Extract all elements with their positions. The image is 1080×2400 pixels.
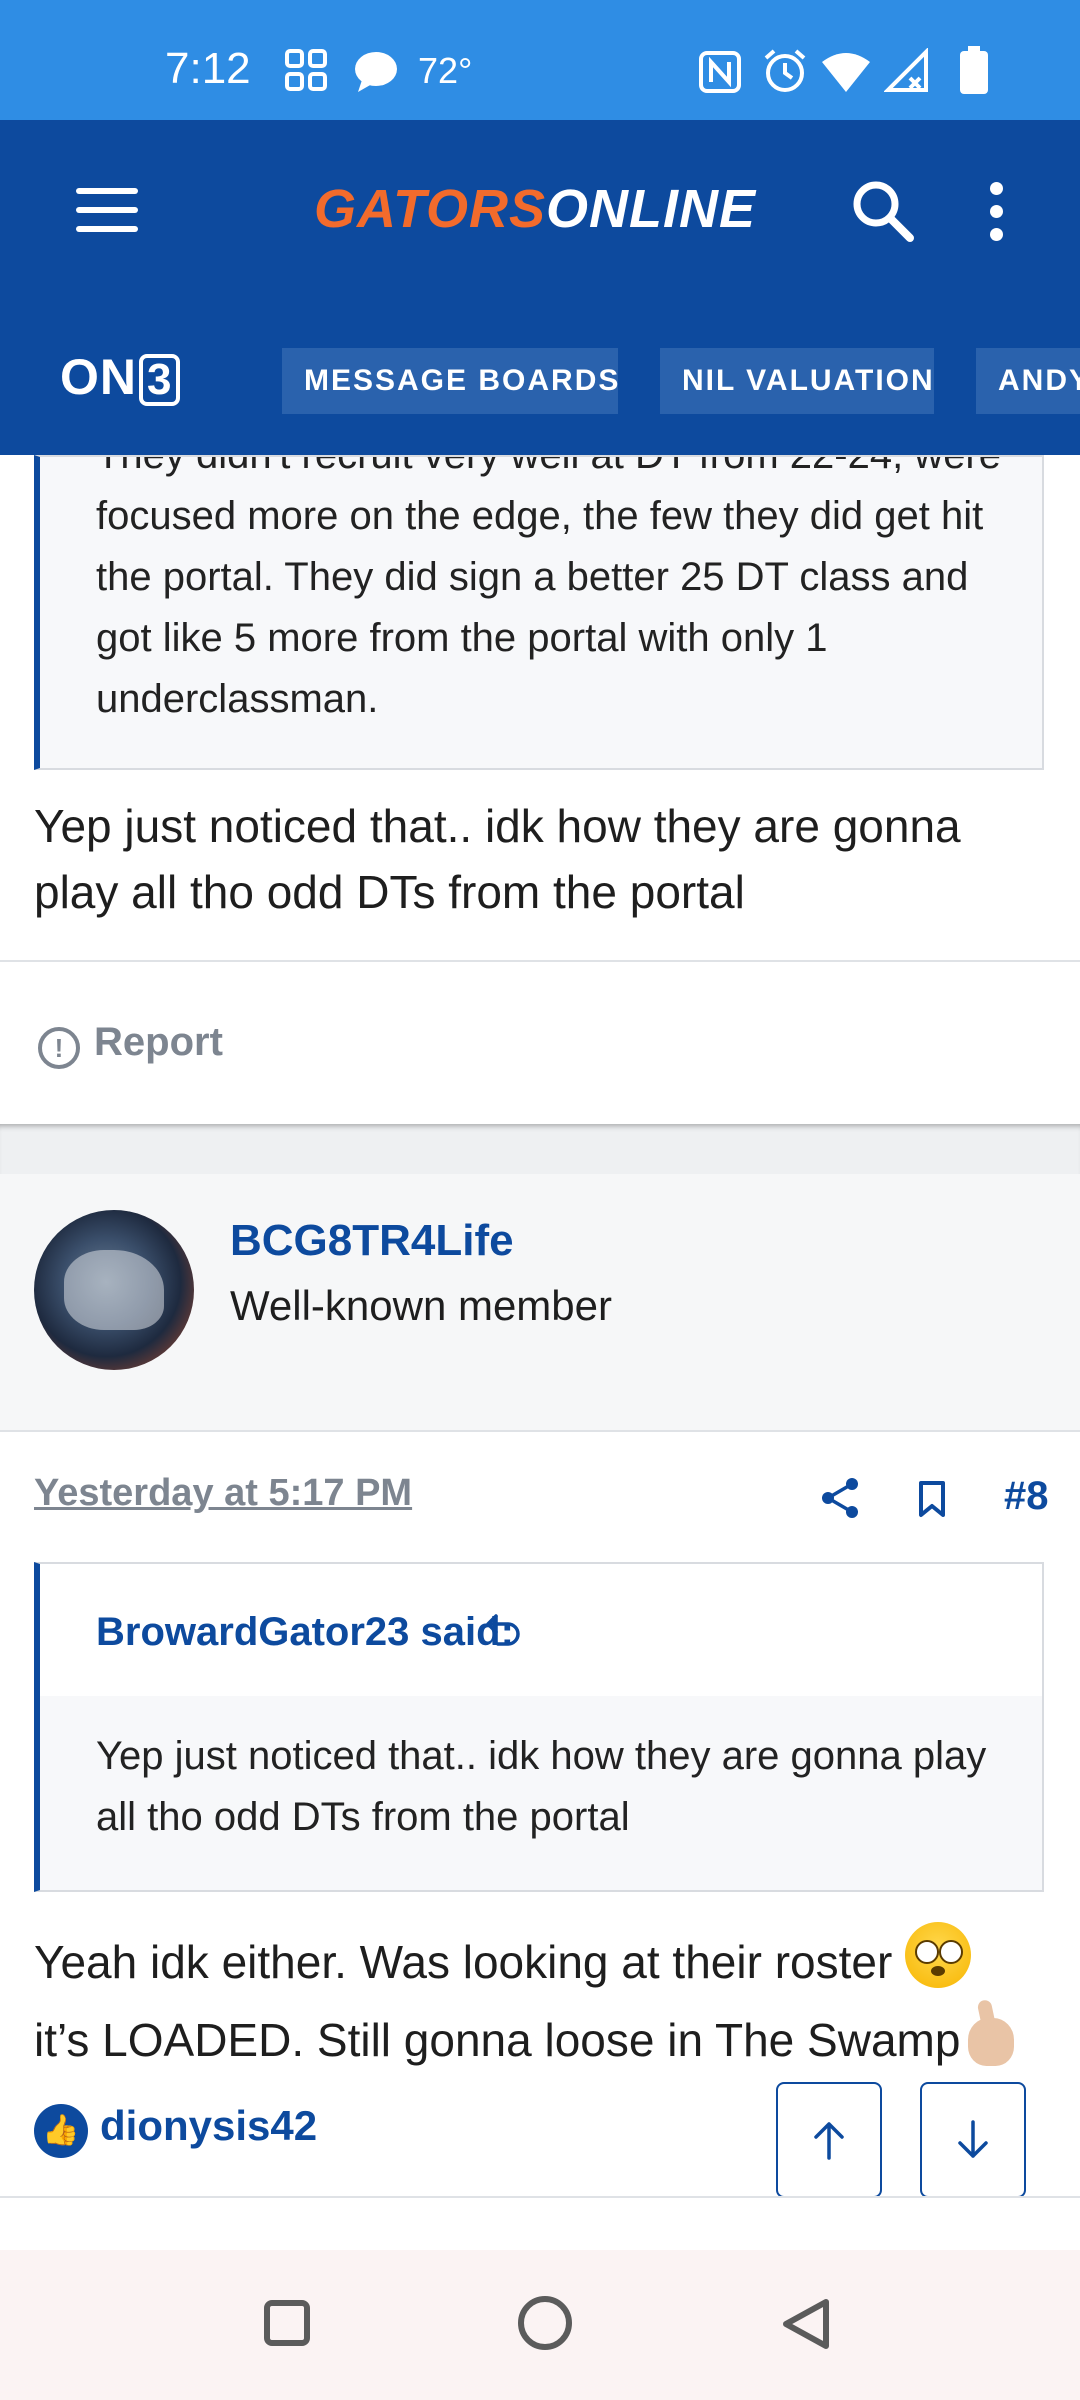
post-body: Yeah idk either. Was looking at their ro… [34,1922,1044,2078]
liked-by-link[interactable]: dionysis42 [100,2102,317,2150]
search-icon[interactable] [848,176,918,246]
share-icon[interactable] [820,1476,860,1520]
on3-logo[interactable]: ON 3 [60,348,181,406]
post-body-line1: Yeah idk either. Was looking at their ro… [34,1936,893,1988]
status-temperature: 72° [418,50,473,91]
tab-message-boards[interactable]: MESSAGE BOARDS [282,348,618,414]
quote-text: They didn't recruit very well at DT from… [96,455,1001,721]
tab-andy[interactable]: ANDY [976,348,1080,414]
status-time: 7:12 [165,44,251,93]
grid-icon [285,49,327,91]
arrow-up-icon [814,2122,844,2160]
battery-icon [960,46,988,94]
gatorsonline-logo[interactable]: GATORSONLINE [314,178,756,240]
more-vert-icon[interactable] [986,182,1006,242]
status-bar: 7:12 72° [0,0,1080,120]
post-body-line2: it’s LOADED. Still gonna loose in The Sw… [34,2014,961,2066]
home-icon[interactable] [518,2296,572,2350]
thumbs-up-icon: 👍 [34,2104,88,2158]
quote-text: Yep just noticed that.. idk how they are… [96,1734,987,1839]
tab-nil-valuation[interactable]: NIL VALUATION [660,348,934,414]
menu-icon[interactable] [76,188,138,232]
scroll-down-button[interactable] [920,2082,1026,2198]
chat-icon [355,52,397,92]
quote-block: They didn't recruit very well at DT from… [34,455,1044,770]
post-author-block: BCG8TR4Life Well-known member [0,1174,1080,1432]
wifi-icon [822,53,870,92]
user-title: Well-known member [230,1282,612,1329]
recent-apps-icon[interactable] [264,2300,310,2346]
alert-circle-icon: ! [38,1027,80,1069]
on3-box: 3 [139,354,181,406]
avatar[interactable] [34,1210,194,1370]
back-icon[interactable] [778,2296,834,2352]
username-link[interactable]: BCG8TR4Life [230,1216,514,1266]
scroll-up-button[interactable] [776,2082,882,2198]
nfc-icon [699,51,741,93]
on3-text: ON [60,349,137,405]
report-button[interactable]: ! Report [38,1020,223,1069]
report-label: Report [94,1020,223,1064]
logo-gators: GATORS [314,179,547,239]
bookmark-icon[interactable] [918,1480,946,1518]
crossed-fingers-icon [960,1998,1026,2066]
post-separator [0,1124,1080,1174]
alarm-icon [764,49,806,92]
flushed-face-icon [905,1922,972,1988]
post-number-link[interactable]: #8 [1004,1474,1049,1519]
quote-block: BrowardGator23 said: Yep just noticed th… [34,1562,1044,1892]
signal-icon [884,48,928,92]
logo-online: ONLINE [546,179,757,239]
post-body: Yep just noticed that.. idk how they are… [34,800,961,918]
quote-header: BrowardGator23 said: [40,1564,1042,1696]
post-timestamp-link[interactable]: Yesterday at 5:17 PM [34,1472,412,1515]
divider [0,960,1080,962]
arrow-down-icon [958,2120,988,2158]
quote-author-link[interactable]: BrowardGator23 said: [96,1610,514,1655]
divider [0,2196,1080,2198]
reply-arrow-icon[interactable] [484,1608,524,1648]
